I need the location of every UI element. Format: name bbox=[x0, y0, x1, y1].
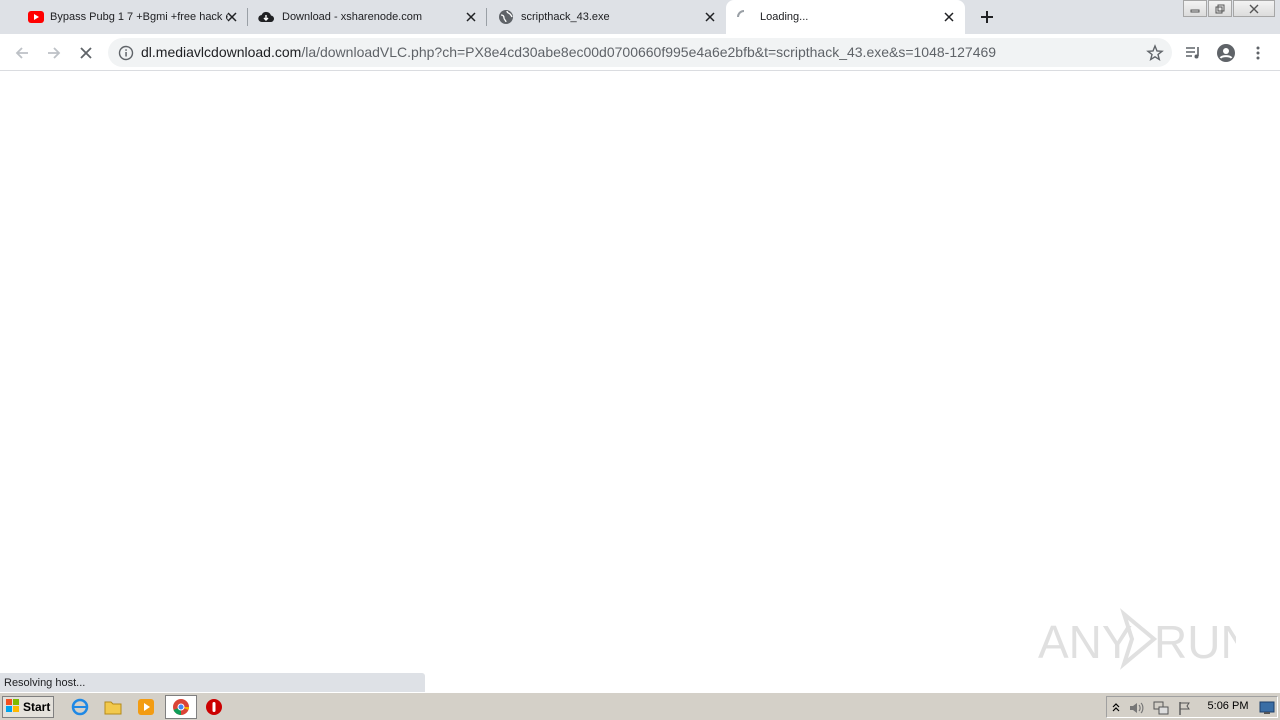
url-path: /la/downloadVLC.php?ch=PX8e4cd30abe8ec00… bbox=[301, 44, 997, 60]
forward-arrow-icon[interactable] bbox=[44, 43, 64, 63]
antivirus-icon[interactable] bbox=[205, 698, 223, 716]
tab-title: Bypass Pubg 1 7 +Bgmi +free hack e bbox=[50, 11, 228, 23]
tab-loading[interactable]: Loading... bbox=[726, 0, 965, 34]
browser-window: Bypass Pubg 1 7 +Bgmi +free hack e Downl… bbox=[0, 0, 1280, 720]
network-icon[interactable] bbox=[1152, 700, 1170, 720]
back-arrow-icon[interactable] bbox=[12, 43, 32, 63]
window-close-button[interactable] bbox=[1233, 0, 1275, 17]
start-label: Start bbox=[23, 700, 51, 714]
windows-taskbar: Start 5:06 PM bbox=[0, 692, 1280, 720]
globe-icon bbox=[498, 9, 514, 25]
cloud-download-icon bbox=[258, 9, 275, 25]
tab-title: scripthack_43.exe bbox=[521, 11, 610, 23]
loading-spinner-icon bbox=[736, 9, 752, 25]
volume-icon[interactable] bbox=[1128, 700, 1146, 720]
url-host: dl.mediavlcdownload.com bbox=[141, 44, 302, 60]
watermark-text-left: ANY bbox=[1038, 616, 1133, 668]
media-player-icon[interactable] bbox=[137, 698, 155, 716]
close-tab-icon[interactable] bbox=[463, 9, 479, 25]
watermark-text-right: RUN bbox=[1154, 616, 1236, 668]
profile-avatar-icon[interactable] bbox=[1216, 43, 1236, 63]
more-menu-icon[interactable] bbox=[1248, 43, 1268, 63]
bookmark-star-icon[interactable] bbox=[1146, 44, 1164, 62]
windows-logo-icon bbox=[6, 698, 20, 716]
url-text: dl.mediavlcdownload.com/la/downloadVLC.p… bbox=[141, 44, 996, 61]
media-control-icon[interactable] bbox=[1183, 43, 1203, 63]
chrome-taskbar-button[interactable] bbox=[165, 695, 197, 719]
show-desktop-icon[interactable] bbox=[1259, 701, 1275, 720]
minimize-button[interactable] bbox=[1183, 0, 1207, 17]
start-button[interactable]: Start bbox=[2, 696, 54, 718]
action-center-flag-icon[interactable] bbox=[1177, 700, 1193, 720]
close-tab-icon[interactable] bbox=[224, 9, 240, 25]
address-bar[interactable]: dl.mediavlcdownload.com/la/downloadVLC.p… bbox=[108, 38, 1172, 67]
show-hidden-icons-icon[interactable] bbox=[1111, 700, 1121, 719]
tab-strip: Bypass Pubg 1 7 +Bgmi +free hack e Downl… bbox=[0, 0, 1280, 34]
status-bubble: Resolving host... bbox=[0, 673, 425, 692]
anyrun-watermark: ANY RUN bbox=[1036, 606, 1254, 672]
folder-icon[interactable] bbox=[104, 698, 122, 716]
close-tab-icon[interactable] bbox=[702, 9, 718, 25]
close-tab-icon[interactable] bbox=[941, 9, 957, 25]
page-content bbox=[0, 72, 1280, 692]
tab-title: Loading... bbox=[760, 11, 809, 23]
tab-xsharenode[interactable]: Download - xsharenode.com bbox=[247, 0, 487, 34]
youtube-icon bbox=[28, 9, 44, 25]
tab-scripthack[interactable]: scripthack_43.exe bbox=[486, 0, 726, 34]
tab-title: Download - xsharenode.com bbox=[282, 11, 423, 23]
stop-loading-icon[interactable] bbox=[76, 43, 96, 63]
browser-toolbar: dl.mediavlcdownload.com/la/downloadVLC.p… bbox=[0, 34, 1280, 71]
new-tab-button[interactable] bbox=[977, 7, 997, 27]
restore-button[interactable] bbox=[1208, 0, 1232, 17]
chrome-icon bbox=[172, 698, 190, 720]
tab-youtube[interactable]: Bypass Pubg 1 7 +Bgmi +free hack e bbox=[8, 0, 248, 34]
site-info-icon[interactable] bbox=[118, 45, 134, 61]
taskbar-clock[interactable]: 5:06 PM bbox=[1200, 700, 1256, 712]
internet-explorer-icon[interactable] bbox=[71, 698, 89, 716]
